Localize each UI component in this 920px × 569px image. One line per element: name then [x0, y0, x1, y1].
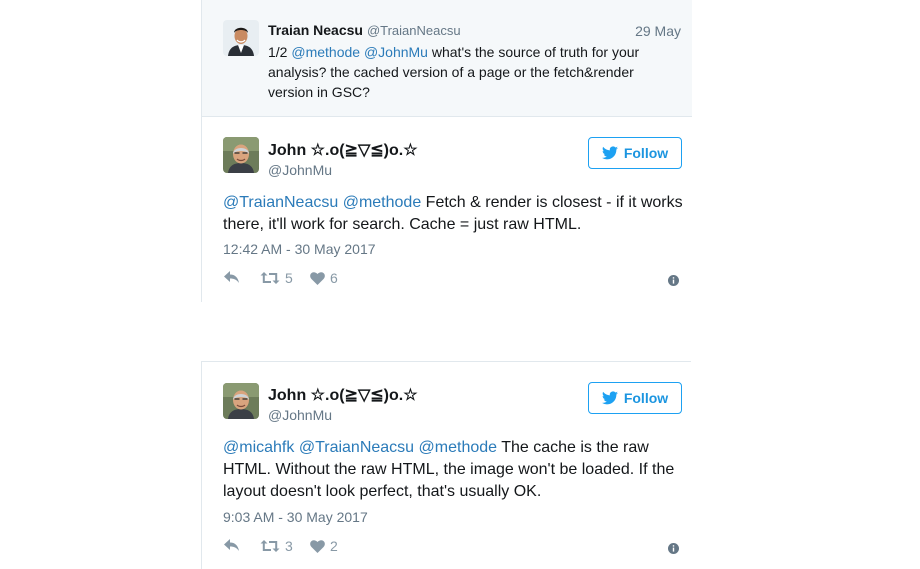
parent-tweet-header: Traian Neacsu @TraianNeacsu [268, 22, 461, 38]
parent-tweet-text: 1/2 @methode @JohnMu what's the source o… [268, 42, 663, 102]
like-button[interactable]: 6 [310, 270, 338, 286]
tweet-actions: 3 2 [223, 538, 683, 558]
heart-icon [310, 539, 325, 553]
like-button[interactable]: 2 [310, 538, 338, 554]
reply-button[interactable] [223, 538, 240, 552]
parent-text-prefix: 1/2 [268, 44, 292, 60]
follow-button[interactable]: Follow [588, 137, 682, 169]
tweet-text: @micahfk @TraianNeacsu @methode The cach… [223, 437, 683, 503]
tweet-actions: 5 6 [223, 270, 683, 290]
author-handle[interactable]: @JohnMu [268, 407, 332, 423]
reply-icon [224, 539, 239, 551]
mention-link[interactable]: @JohnMu [364, 44, 428, 60]
like-count: 2 [330, 538, 338, 554]
parent-tweet-date[interactable]: 29 May [635, 23, 681, 39]
retweet-button[interactable]: 3 [260, 538, 293, 554]
author-name[interactable]: John ☆.o(≧▽≦)o.☆ [268, 140, 418, 160]
info-icon[interactable] [668, 273, 679, 291]
twitter-bird-icon [601, 391, 618, 405]
tweet-text: @TraianNeacsu @methode Fetch & render is… [223, 192, 683, 236]
mention-link[interactable]: @micahfk [223, 439, 294, 456]
avatar-johnmu[interactable] [223, 137, 259, 173]
follow-label: Follow [623, 145, 669, 161]
follow-button[interactable]: Follow [588, 382, 682, 414]
embedded-tweet-1: Traian Neacsu @TraianNeacsu 29 May 1/2 @m… [201, 0, 692, 302]
parent-author-handle[interactable]: @TraianNeacsu [367, 23, 461, 38]
mention-link[interactable]: @methode [419, 439, 498, 456]
parent-tweet[interactable]: Traian Neacsu @TraianNeacsu 29 May 1/2 @m… [202, 0, 692, 117]
author-handle[interactable]: @JohnMu [268, 162, 332, 178]
reply-button[interactable] [223, 270, 240, 284]
avatar-johnmu[interactable] [223, 383, 259, 419]
tweet-timestamp[interactable]: 12:42 AM - 30 May 2017 [223, 241, 376, 257]
mention-link[interactable]: @methode [291, 44, 360, 60]
author-name[interactable]: John ☆.o(≧▽≦)o.☆ [268, 385, 418, 405]
twitter-bird-icon [601, 146, 618, 160]
heart-icon [310, 271, 325, 285]
mention-link[interactable]: @TraianNeacsu [223, 194, 338, 211]
like-count: 6 [330, 270, 338, 286]
retweet-icon [260, 272, 280, 284]
info-icon[interactable] [668, 541, 679, 559]
follow-label: Follow [623, 390, 669, 406]
retweet-button[interactable]: 5 [260, 270, 293, 286]
retweet-count: 5 [285, 270, 293, 286]
embedded-tweet-2: John ☆.o(≧▽≦)o.☆ @JohnMu Follow @micahfk… [201, 361, 691, 569]
mention-link[interactable]: @TraianNeacsu [299, 439, 414, 456]
reply-icon [224, 271, 239, 283]
mention-link[interactable]: @methode [343, 194, 422, 211]
tweet-timestamp[interactable]: 9:03 AM - 30 May 2017 [223, 509, 368, 525]
parent-author-name[interactable]: Traian Neacsu [268, 22, 363, 38]
retweet-count: 3 [285, 538, 293, 554]
retweet-icon [260, 540, 280, 552]
avatar-traian[interactable] [223, 20, 259, 56]
